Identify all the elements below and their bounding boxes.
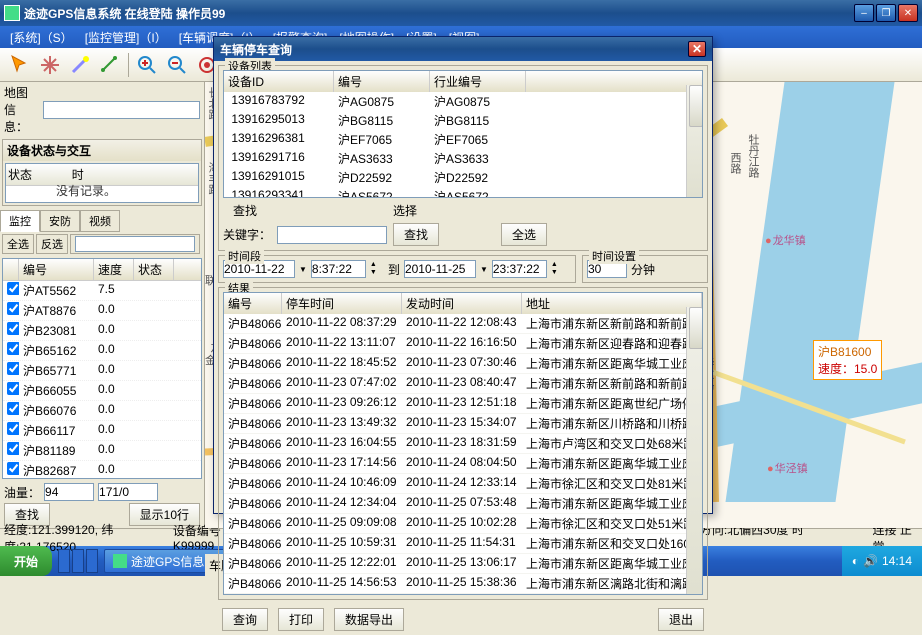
list-item[interactable]: 沪B660760.0 — [3, 401, 201, 421]
list-item[interactable]: 沪B660550.0 — [3, 381, 201, 401]
table-row[interactable]: 13916296381沪EF7065沪EF7065 — [224, 130, 702, 149]
pointer-icon[interactable] — [8, 53, 32, 77]
vehicle-checkbox[interactable] — [7, 342, 19, 355]
vehicle-checkbox[interactable] — [7, 442, 19, 455]
titlebar: 途迹GPS信息系统 在线登陆 操作员99 – ❐ ✕ — [0, 0, 922, 26]
app-icon — [4, 5, 20, 21]
list-item[interactable]: 沪AT55627.5 — [3, 281, 201, 301]
table-row[interactable]: 13916783792沪AG0875沪AG0875 — [224, 92, 702, 111]
table-row[interactable]: 沪B480662010-11-24 12:34:042010-11-25 07:… — [224, 494, 702, 514]
window-title: 途迹GPS信息系统 在线登陆 操作员99 — [24, 5, 854, 22]
map-info-input[interactable] — [43, 101, 200, 119]
dialog-title: 车辆停车查询 — [220, 41, 292, 58]
tab-monitor[interactable]: 监控 — [0, 210, 40, 232]
vehicle-checkbox[interactable] — [7, 422, 19, 435]
vehicle-checkbox[interactable] — [7, 402, 19, 415]
col-device-num[interactable]: 编号 — [334, 71, 430, 92]
table-row[interactable]: 沪B480662010-11-23 13:49:322010-11-23 15:… — [224, 414, 702, 434]
menu-monitor[interactable]: [监控管理]（I） — [79, 27, 173, 48]
list-item[interactable]: 沪B661170.0 — [3, 421, 201, 441]
table-row[interactable]: 沪B480662010-11-25 10:59:312010-11-25 11:… — [224, 534, 702, 554]
minimize-button[interactable]: – — [854, 4, 874, 22]
fuel-input-1[interactable] — [44, 483, 94, 501]
dialog-search-button[interactable]: 查找 — [393, 223, 439, 246]
system-tray[interactable]: ◐🔊 14:14 — [842, 546, 922, 576]
dialog-close-button[interactable]: ✕ — [688, 41, 706, 57]
col-speed[interactable]: 速度 — [94, 259, 134, 280]
vehicle-checkbox[interactable] — [7, 382, 19, 395]
table-row[interactable]: 13916293341沪AS5672沪AS5672 — [224, 187, 702, 198]
exit-button[interactable]: 退出 — [658, 608, 704, 631]
table-row[interactable]: 13916291716沪AS3633沪AS3633 — [224, 149, 702, 168]
vehicle-checkbox[interactable] — [7, 362, 19, 375]
date-to-input[interactable] — [404, 260, 476, 278]
start-button[interactable]: 开始 — [0, 546, 52, 576]
quick-launch-icon[interactable] — [72, 549, 84, 573]
vehicle-checkbox[interactable] — [7, 322, 19, 335]
distance-icon[interactable] — [98, 53, 122, 77]
table-row[interactable]: 沪B480662010-11-22 08:37:292010-11-22 12:… — [224, 314, 702, 334]
zoom-in-icon[interactable] — [135, 53, 159, 77]
export-button[interactable]: 数据导出 — [334, 608, 404, 631]
table-row[interactable]: 沪B480662010-11-25 14:56:532010-11-25 15:… — [224, 574, 702, 594]
table-row[interactable]: 沪B480662010-11-25 09:09:082010-11-25 10:… — [224, 514, 702, 534]
col-device-id[interactable]: 设备ID — [224, 71, 334, 92]
table-row[interactable]: 沪B480662010-11-24 10:46:092010-11-24 12:… — [224, 474, 702, 494]
time-from-input[interactable] — [311, 260, 366, 278]
table-row[interactable]: 沪B480662010-11-23 17:14:562010-11-24 08:… — [224, 454, 702, 474]
tab-safety[interactable]: 安防 — [40, 210, 80, 232]
zoom-out-icon[interactable] — [165, 53, 189, 77]
print-button[interactable]: 打印 — [278, 608, 324, 631]
quick-launch-icon[interactable] — [86, 549, 98, 573]
filter-input[interactable] — [75, 236, 195, 252]
maximize-button[interactable]: ❐ — [876, 4, 896, 22]
fuel-label: 油量： — [4, 484, 40, 501]
vehicle-checkbox[interactable] — [7, 282, 19, 295]
quick-launch-icon[interactable] — [58, 549, 70, 573]
no-record-text: 没有记录。 — [56, 182, 116, 199]
col-device-biz[interactable]: 行业编号 — [430, 71, 526, 92]
table-row[interactable]: 沪B480662010-11-23 16:04:552010-11-23 18:… — [224, 434, 702, 454]
table-row[interactable]: 沪B480662010-11-23 07:47:022010-11-23 08:… — [224, 374, 702, 394]
table-row[interactable]: 沪B480662010-11-23 09:26:122010-11-23 12:… — [224, 394, 702, 414]
parking-query-dialog: 车辆停车查询 ✕ 设备列表 设备ID 编号 行业编号 13916783792沪A… — [213, 36, 713, 514]
list-item[interactable]: 沪B826870.0 — [3, 461, 201, 479]
table-row[interactable]: 13916291015沪D22592沪D22592 — [224, 168, 702, 187]
tab-video[interactable]: 视频 — [80, 210, 120, 232]
table-row[interactable]: 沪B480662010-11-22 13:11:072010-11-22 16:… — [224, 334, 702, 354]
table-row[interactable]: 沪B480662010-11-25 12:22:012010-11-25 13:… — [224, 554, 702, 574]
list-item[interactable]: 沪B651620.0 — [3, 341, 201, 361]
query-button[interactable]: 查询 — [222, 608, 268, 631]
col-plate[interactable]: 编号 — [19, 259, 94, 280]
vehicle-callout[interactable]: 沪B81600 速度：15.0 — [813, 340, 882, 380]
magic-icon[interactable] — [68, 53, 92, 77]
select-all-button[interactable]: 全选 — [2, 234, 34, 254]
vehicle-checkbox[interactable] — [7, 302, 19, 315]
list-item[interactable]: 沪B230810.0 — [3, 321, 201, 341]
list-item[interactable]: 沪AT88760.0 — [3, 301, 201, 321]
select-inverse-button[interactable]: 反选 — [36, 234, 68, 254]
map-info-label: 地图信息： — [4, 84, 39, 135]
menu-system[interactable]: [系统]（S） — [4, 27, 79, 48]
table-row[interactable]: 13916295013沪BG8115沪BG8115 — [224, 111, 702, 130]
close-button[interactable]: ✕ — [898, 4, 918, 22]
col-status[interactable]: 状态 — [134, 259, 174, 280]
device-status-title: 设备状态与交互 — [3, 140, 201, 161]
vehicle-checkbox[interactable] — [7, 462, 19, 475]
list-item[interactable]: 沪B811890.0 — [3, 441, 201, 461]
fuel-input-2[interactable] — [98, 483, 158, 501]
pan-icon[interactable] — [38, 53, 62, 77]
table-row[interactable]: 沪B480662010-11-22 18:45:522010-11-23 07:… — [224, 354, 702, 374]
list-item[interactable]: 沪B657710.0 — [3, 361, 201, 381]
left-panel: 地图信息： 设备状态与交互 状态 时 没有记录。 监控 安防 视频 全选 反选 … — [0, 82, 205, 528]
time-to-input[interactable] — [492, 260, 547, 278]
dialog-select-all-button[interactable]: 全选 — [501, 223, 547, 246]
keyword-input[interactable] — [277, 226, 387, 244]
